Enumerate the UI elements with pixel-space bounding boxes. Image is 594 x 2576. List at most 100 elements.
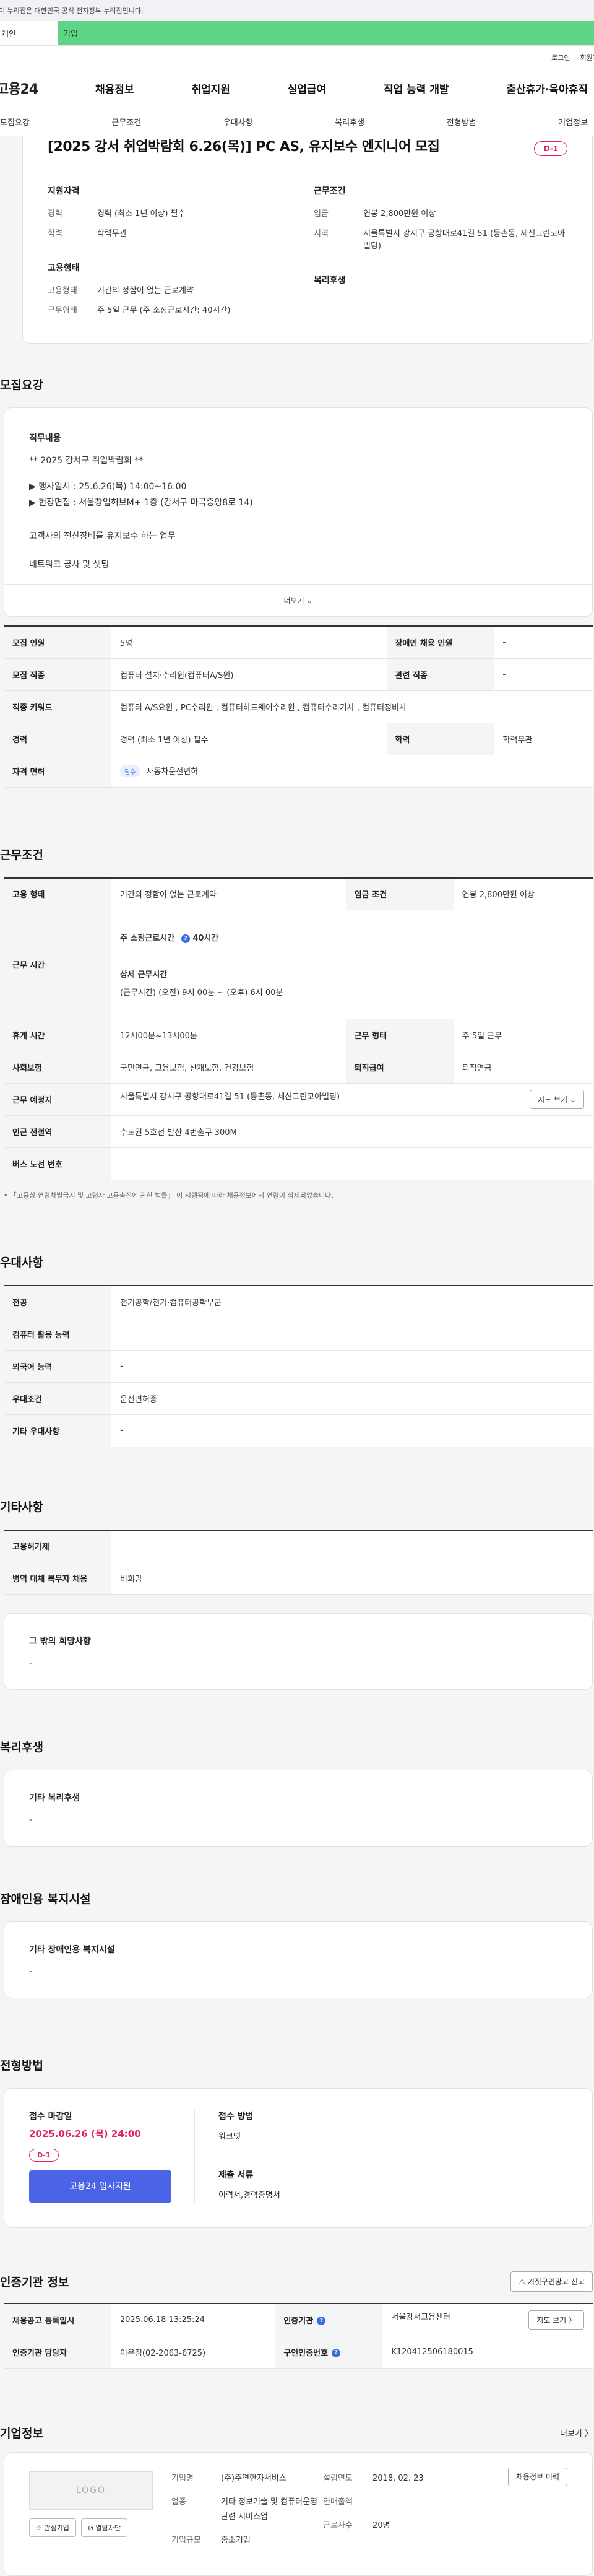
docs-value: 이력서,경력증명서 bbox=[218, 2191, 280, 2200]
td-keyword: 컴퓨터 A/S요원 , PC수리원 , 컴퓨터하드웨어수리원 , 컴퓨터수리기사… bbox=[111, 690, 593, 723]
age-note-text: 「고용상 연령차별금지 및 고령자 고용촉진에 관한 법률」 이 시행됨에 따라… bbox=[10, 1191, 334, 1199]
th-career: 경력 bbox=[4, 723, 111, 755]
pref-table: 전공 전기공학/전기·컴퓨터공학부군 컴퓨터 활용 능력 - 외국어 능력 - 우대조… bbox=[4, 1285, 593, 1447]
job-history-button[interactable]: 채용정보 이력 bbox=[507, 2467, 567, 2486]
welfare-value: - bbox=[29, 1815, 33, 1825]
job-summary-card: [2025 강서 취업박람회 6.26(목)] PC AS, 유지보수 엔지니어… bbox=[22, 136, 593, 344]
th-manager: 인증기관 담당자 bbox=[4, 2336, 111, 2369]
td-insurance: 국민연금, 고용보험, 산재보험, 건강보험 bbox=[111, 1051, 346, 1084]
nav-item-employment-support[interactable]: 취업지원 bbox=[191, 80, 230, 96]
info-icon[interactable]: ? bbox=[181, 934, 190, 943]
table-row: 컴퓨터 활용 능력 - bbox=[4, 1318, 593, 1351]
user-type-tabs: 개인 기업 bbox=[0, 21, 594, 46]
table-row: 모집 직종 컴퓨터 설치·수리원(컴퓨터A/S원) 관련 직종 - bbox=[4, 658, 593, 691]
welfare-title: 복리후생 bbox=[314, 276, 346, 285]
duty-line bbox=[29, 470, 567, 477]
th-work-form: 근무 형태 bbox=[345, 1019, 454, 1051]
conditions-block: 근무조건 임금 연봉 2,800만원 이상 지역 서울특별시 강서구 공항대로41길… bbox=[301, 185, 567, 324]
th-major: 전공 bbox=[4, 1286, 111, 1318]
td-bus: - bbox=[111, 1147, 593, 1180]
company-header: 기업정보 더보기 〉 bbox=[0, 2424, 593, 2441]
qual-value: 학력무관 bbox=[97, 229, 127, 238]
disabled-value: - bbox=[29, 1967, 33, 1977]
cert-map-button[interactable]: 지도 보기 〉 bbox=[528, 2310, 584, 2330]
td-computer: - bbox=[111, 1318, 593, 1351]
anchor-welfare[interactable]: 복리후생 bbox=[335, 116, 364, 128]
th-break: 휴게 시간 bbox=[4, 1019, 111, 1051]
td-pref-cond: 운전면허증 bbox=[111, 1382, 593, 1415]
block-company-button[interactable]: ⊘ 열람차단 bbox=[80, 2518, 128, 2537]
cert-org-label: 인증기관 bbox=[283, 2316, 314, 2326]
company-info: 기업명 (주)주연한자서비스 업종 기타 정보기술 및 컴퓨터운영 관련 서비스업 … bbox=[171, 2467, 567, 2557]
info-icon[interactable]: ? bbox=[317, 2317, 326, 2326]
map-toggle-button[interactable]: 지도 보기 ⌄ bbox=[530, 1090, 584, 1109]
company-card: LOGO ☆ 관심기업 ⊘ 열람차단 기업명 (주)주연한자서비스 업종 기타 정보… bbox=[4, 2452, 593, 2576]
favorite-company-button[interactable]: ☆ 관심기업 bbox=[29, 2518, 76, 2537]
anchor-process[interactable]: 전형방법 bbox=[447, 116, 476, 128]
hours-main-label: 주 소정근로시간 bbox=[120, 934, 178, 943]
signup-link[interactable]: 회원가입 bbox=[580, 53, 594, 63]
td-hours: 주 소정근로시간 ? 40시간 상세 근무시간 (근무시간) (오전) 9시 0… bbox=[111, 910, 593, 1019]
emp-value: 기간의 정함이 없는 근로계약 bbox=[97, 286, 194, 295]
nav-item-jobs[interactable]: 채용정보 bbox=[95, 80, 134, 96]
emp-key: 근무형태 bbox=[48, 306, 77, 315]
nav-item-leave[interactable]: 출산휴가·육아휴직 bbox=[506, 80, 588, 96]
conditions-title: 근무조건 bbox=[314, 186, 346, 196]
td-language: - bbox=[111, 1350, 593, 1383]
table-row: 사회보험 국민연금, 고용보험, 산재보험, 건강보험 퇴직급여 퇴직연금 bbox=[4, 1051, 593, 1084]
method-block: 접수 방법 워크넷 제출 서류 이력서,경력증명서 bbox=[195, 2110, 567, 2203]
apply-button[interactable]: 고용24 입사지원 bbox=[29, 2170, 171, 2203]
duty-line: ▶ 행사일시 : 25.6.26(목) 14:00~16:00 bbox=[29, 482, 187, 492]
anchor-pref[interactable]: 우대사항 bbox=[223, 116, 253, 128]
deadline-block: 접수 마감일 2025.06.26 (목) 24:00 D-1 고용24 입사지… bbox=[29, 2110, 195, 2203]
td-pref-etc: - bbox=[111, 1414, 593, 1447]
hours-detail-title: 상세 근무시간 bbox=[120, 970, 168, 980]
company-key: 연매출액 bbox=[323, 2497, 353, 2507]
process-section-title: 전형방법 bbox=[0, 2059, 43, 2073]
th-pref-cond: 우대조건 bbox=[4, 1382, 111, 1415]
th-cert-org: 인증기관? bbox=[275, 2304, 383, 2336]
duty-line: ▶ 현장면접 : 서울창업허브M+ 1층 (강서구 마곡중앙8로 14) bbox=[29, 498, 253, 508]
duty-line: ** 2025 강서구 취업박람회 ** bbox=[29, 456, 144, 466]
qual-value: 경력 (최소 1년 이상) 필수 bbox=[97, 209, 186, 219]
td-break: 12시00분~13시00분 bbox=[111, 1019, 346, 1051]
th-education: 학력 bbox=[386, 723, 494, 755]
utility-bar: 로그인 회원가입 bbox=[0, 46, 594, 69]
anchor-recruit[interactable]: 모집요강 bbox=[0, 116, 30, 128]
disabled-card: 기타 장애인용 복지시설 - bbox=[4, 1921, 593, 1998]
tab-personal[interactable]: 개인 bbox=[0, 21, 58, 45]
td-career: 경력 (최소 1년 이상) 필수 bbox=[111, 723, 387, 755]
site-logo[interactable]: 고용24 bbox=[0, 78, 95, 98]
table-row: 고용허가제 - bbox=[4, 1530, 593, 1562]
th-permit: 고용허가제 bbox=[4, 1530, 111, 1562]
nav-item-training[interactable]: 직업 능력 개발 bbox=[384, 80, 449, 96]
anchor-company[interactable]: 기업정보 bbox=[558, 116, 588, 128]
td-related-job: - bbox=[494, 658, 593, 691]
info-icon[interactable]: ? bbox=[332, 2349, 341, 2357]
table-row: 인근 전철역 수도권 5호선 발산 4번출구 300M bbox=[4, 1115, 593, 1148]
td-manager: 이은정(02-2063-6725) bbox=[111, 2336, 275, 2369]
company-more-link[interactable]: 더보기 〉 bbox=[560, 2427, 593, 2439]
disabled-sub: 기타 장애인용 복지시설 bbox=[29, 1945, 115, 1955]
cert-header: 인증기관 정보 ⚠ 거짓구인광고 신고 bbox=[0, 2271, 593, 2292]
nav-item-unemployment[interactable]: 실업급여 bbox=[288, 80, 327, 96]
table-row: 외국어 능력 - bbox=[4, 1350, 593, 1383]
company-logo-block: LOGO ☆ 관심기업 ⊘ 열람차단 bbox=[29, 2471, 171, 2557]
table-row: 채용공고 등록일시 2025.06.18 13:25:24 인증기관? 서울강서… bbox=[4, 2304, 593, 2336]
employment-type-title: 고용형태 bbox=[48, 263, 80, 273]
tab-company[interactable]: 기업 bbox=[58, 21, 594, 45]
th-wage: 임금 조건 bbox=[345, 877, 454, 910]
th-insurance: 사회보험 bbox=[4, 1051, 111, 1084]
th-station: 인근 전철역 bbox=[4, 1115, 111, 1148]
td-reg-date: 2025.06.18 13:25:24 bbox=[111, 2304, 275, 2336]
duty-line: 고객사의 전산장비를 유지보수 하는 업무 bbox=[29, 531, 176, 541]
anchor-work[interactable]: 근무조건 bbox=[111, 116, 141, 128]
welfare-sub: 기타 복리후생 bbox=[29, 1793, 80, 1803]
more-button[interactable]: 더보기 ⌄ bbox=[4, 584, 592, 616]
table-row: 우대조건 운전면허증 bbox=[4, 1382, 593, 1415]
welfare-section-title: 복리후생 bbox=[0, 1741, 43, 1754]
report-fake-ad-button[interactable]: ⚠ 거짓구인광고 신고 bbox=[510, 2271, 593, 2292]
cond-key: 지역 bbox=[314, 229, 329, 238]
login-link[interactable]: 로그인 bbox=[551, 53, 570, 63]
company-key: 업종 bbox=[171, 2497, 186, 2507]
